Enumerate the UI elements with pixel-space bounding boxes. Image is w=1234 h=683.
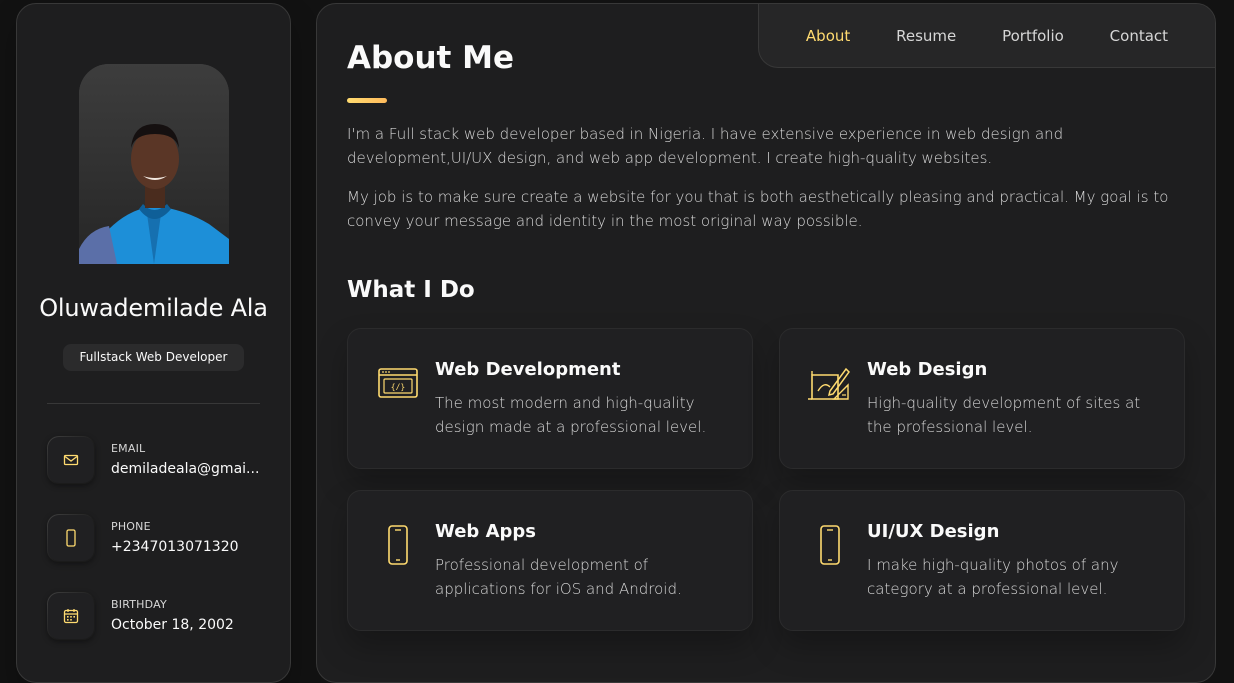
service-title: Web Apps <box>435 521 536 542</box>
contact-item-email: Email demiladeala@gmai... <box>47 436 277 486</box>
service-desc: I make high-quality photos of any catego… <box>867 556 1119 598</box>
navbar: About Resume Portfolio Contact <box>758 4 1215 68</box>
about-paragraph: My job is to make sure create a website … <box>347 188 1169 230</box>
nav-link-portfolio[interactable]: Portfolio <box>1002 27 1064 45</box>
phone-icon <box>47 514 95 562</box>
separator <box>47 403 260 404</box>
contact-item-birthday: Birthday October 18, 2002 <box>47 592 277 642</box>
calendar-icon <box>47 592 95 640</box>
contact-birthday-value: October 18, 2002 <box>111 617 234 633</box>
service-card-web-apps: Web Apps Professional development of app… <box>347 490 753 631</box>
smartphone-icon <box>388 525 408 565</box>
avatar <box>79 64 229 264</box>
nav-link-resume[interactable]: Resume <box>896 27 956 45</box>
mail-icon <box>47 436 95 484</box>
nav-link-about[interactable]: About <box>806 27 850 45</box>
contact-label: Phone <box>111 520 151 533</box>
nav-link-contact[interactable]: Contact <box>1110 27 1168 45</box>
avatar-photo <box>79 64 229 264</box>
svg-text:{/}: {/} <box>391 383 405 392</box>
contact-phone-link[interactable]: +2347013071320 <box>111 539 271 555</box>
service-desc: High-quality development of sites at the… <box>867 394 1141 436</box>
person-name: Oluwademilade Ala <box>39 294 268 322</box>
design-tools-icon <box>808 367 850 400</box>
service-card-ui-ux-design: UI/UX Design I make high-quality photos … <box>779 490 1185 631</box>
service-title: UI/UX Design <box>867 521 1000 542</box>
contact-label: Email <box>111 442 146 455</box>
title-underline <box>347 98 387 103</box>
code-window-icon: {/} <box>378 368 418 398</box>
contact-email-link[interactable]: demiladeala@gmai... <box>111 461 271 477</box>
service-desc: Professional development of applications… <box>435 556 682 598</box>
service-title: Web Development <box>435 359 621 380</box>
title-badge: Fullstack Web Developer <box>63 344 244 371</box>
section-title: What I Do <box>347 277 475 303</box>
main-content: About Resume Portfolio Contact About Me … <box>316 3 1216 683</box>
service-title: Web Design <box>867 359 988 380</box>
service-card-web-design: Web Design High-quality development of s… <box>779 328 1185 469</box>
about-paragraph: I'm a Full stack web developer based in … <box>347 125 1064 167</box>
contact-label: Birthday <box>111 598 167 611</box>
smartphone-icon <box>820 525 840 565</box>
sidebar: Oluwademilade Ala Fullstack Web Develope… <box>16 3 291 683</box>
service-card-web-development: {/} Web Development The most modern and … <box>347 328 753 469</box>
contact-item-phone: Phone +2347013071320 <box>47 514 277 564</box>
service-desc: The most modern and high-quality design … <box>435 394 707 436</box>
page-title: About Me <box>347 40 515 76</box>
